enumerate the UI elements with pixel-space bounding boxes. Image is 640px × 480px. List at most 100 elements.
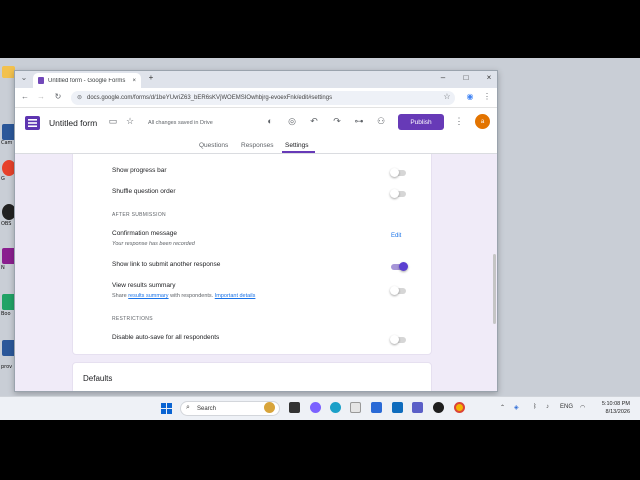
bluetooth-icon[interactable]: ᛒ: [533, 404, 537, 410]
windows-start-icon[interactable]: [161, 403, 172, 414]
browser-menu-icon[interactable]: ⋮: [481, 92, 493, 101]
taskbar-search-placeholder: Search: [197, 405, 217, 412]
desktop: Cam G OBS N Boo prov ⌄ Untitled form - G…: [0, 58, 640, 420]
tab-settings[interactable]: Settings: [285, 142, 309, 149]
publish-button[interactable]: Publish: [398, 114, 444, 130]
forward-icon[interactable]: →: [35, 92, 47, 101]
tab-title: Untitled form - Google Forms: [48, 77, 126, 84]
desktop-icon-label: G: [1, 176, 5, 182]
disable-autosave-toggle[interactable]: [390, 335, 406, 344]
bookmark-star-icon[interactable]: ☆: [441, 92, 453, 101]
toggle-knob: [390, 335, 399, 344]
file-icon[interactable]: [350, 402, 361, 413]
view-results-summary-toggle[interactable]: [390, 286, 406, 295]
view-results-summary-sub: Share results summary with respondents. …: [112, 293, 255, 299]
toggle-knob: [390, 168, 399, 177]
desktop-icon-label: Cam: [1, 140, 13, 146]
chrome-icon[interactable]: [454, 402, 465, 413]
widgets-icon[interactable]: [264, 402, 275, 413]
url-input[interactable]: ⊜ docs.google.com/forms/d/1beYUvriZ63_bE…: [71, 91, 455, 105]
view-results-summary-label: View results summary: [112, 282, 176, 289]
url-text: docs.google.com/forms/d/1beYUvriZ63_bER6…: [87, 95, 333, 101]
defaults-heading: Defaults: [83, 374, 113, 383]
edit-confirmation-button[interactable]: Edit: [391, 233, 401, 239]
avatar[interactable]: a: [475, 114, 490, 129]
share-text: Share: [112, 293, 127, 299]
palette-icon[interactable]: ◐: [264, 116, 276, 126]
tab-questions[interactable]: Questions: [199, 142, 228, 149]
after-submission-heading: AFTER SUBMISSION: [112, 212, 166, 218]
settings-content: Show progress bar Shuffle question order…: [15, 154, 497, 391]
toggle-knob: [390, 189, 399, 198]
search-icon: ⌕: [186, 404, 190, 411]
task-view-icon[interactable]: [289, 402, 300, 413]
disable-autosave-label: Disable auto-save for all respondents: [112, 334, 220, 341]
wifi-icon[interactable]: ◠: [580, 404, 585, 411]
edge-icon[interactable]: [330, 402, 341, 413]
confirmation-message-label: Confirmation message: [112, 230, 178, 237]
site-info-icon[interactable]: ⊜: [77, 94, 82, 101]
scrollbar-thumb[interactable]: [493, 254, 496, 324]
tab-strip: ⌄ Untitled form - Google Forms × + – □ ×: [15, 71, 497, 88]
forms-logo-icon[interactable]: [25, 116, 40, 130]
undo-icon[interactable]: ↶: [308, 116, 320, 127]
active-tab-indicator: [282, 151, 315, 153]
add-collaborator-icon[interactable]: ⚇: [375, 116, 387, 127]
tab-search-icon[interactable]: ⌄: [18, 73, 30, 82]
redo-icon[interactable]: ↷: [331, 116, 343, 127]
toggle-knob: [390, 286, 399, 295]
important-details-link[interactable]: Important details: [215, 293, 256, 299]
microphone-icon[interactable]: ♪: [546, 404, 549, 410]
presentation-settings-card: Show progress bar Shuffle question order…: [72, 154, 432, 355]
link-icon[interactable]: ⊶: [353, 116, 365, 127]
desktop-icon-label: prov: [1, 364, 13, 370]
profile-icon[interactable]: ◉: [464, 92, 476, 101]
browser-window: ⌄ Untitled form - Google Forms × + – □ ×…: [14, 70, 498, 392]
minimize-button[interactable]: –: [435, 73, 451, 82]
results-summary-link[interactable]: results summary: [128, 293, 168, 299]
restrictions-heading: RESTRICTIONS: [112, 316, 153, 322]
tab-responses[interactable]: Responses: [241, 142, 274, 149]
chevron-up-icon[interactable]: ⌃: [500, 404, 505, 411]
obs-icon[interactable]: [433, 402, 444, 413]
show-progress-bar-label: Show progress bar: [112, 167, 167, 174]
forms-favicon-icon: [38, 77, 44, 84]
show-link-another-response-label: Show link to submit another response: [112, 261, 221, 268]
with-respondents-text: with respondents.: [170, 293, 214, 299]
clock[interactable]: 5:10:08 PM 8/13/2026: [590, 400, 630, 416]
desktop-icon-label: N: [1, 265, 5, 271]
clock-time: 5:10:08 PM: [601, 401, 630, 407]
maximize-button[interactable]: □: [458, 73, 474, 82]
confirmation-message-text: Your response has been recorded: [112, 241, 195, 247]
teams-icon[interactable]: [412, 402, 423, 413]
language-indicator[interactable]: ENG: [560, 404, 573, 410]
show-progress-bar-toggle[interactable]: [390, 168, 406, 177]
reload-icon[interactable]: ↻: [52, 92, 64, 101]
show-link-another-response-toggle[interactable]: [391, 262, 408, 271]
clock-date: 8/13/2026: [605, 409, 630, 415]
close-window-button[interactable]: ×: [481, 73, 497, 82]
star-icon[interactable]: ☆: [124, 116, 136, 127]
back-icon[interactable]: ←: [19, 92, 31, 101]
defaults-card[interactable]: Defaults: [72, 362, 432, 391]
desktop-icon-label: Boo: [1, 311, 11, 317]
taskbar: ⌕ Search ⌃ ◈ ᛒ ♪ ENG ◠ 5:10:08 PM 8/13/2…: [0, 396, 640, 420]
shuffle-question-order-label: Shuffle question order: [112, 188, 176, 195]
new-tab-button[interactable]: +: [143, 73, 159, 82]
toggle-knob: [399, 262, 408, 271]
security-icon[interactable]: ◈: [514, 404, 519, 411]
tab-close-icon[interactable]: ×: [132, 78, 136, 84]
outlook-icon[interactable]: [392, 402, 403, 413]
form-title[interactable]: Untitled form: [49, 118, 97, 128]
save-status: All changes saved in Drive: [148, 120, 213, 126]
forms-header: Untitled form ▭ ☆ All changes saved in D…: [15, 108, 497, 154]
store-icon[interactable]: [371, 402, 382, 413]
more-options-icon[interactable]: ⋮: [453, 116, 465, 127]
preview-eye-icon[interactable]: ◎: [286, 116, 298, 127]
shuffle-question-order-toggle[interactable]: [390, 189, 406, 198]
folder-move-icon[interactable]: ▭: [107, 116, 119, 127]
browser-tab[interactable]: Untitled form - Google Forms ×: [33, 73, 141, 88]
address-bar: ← → ↻ ⊜ docs.google.com/forms/d/1beYUvri…: [15, 88, 497, 108]
desktop-icon-label: OBS: [1, 221, 12, 227]
copilot-icon[interactable]: [310, 402, 321, 413]
